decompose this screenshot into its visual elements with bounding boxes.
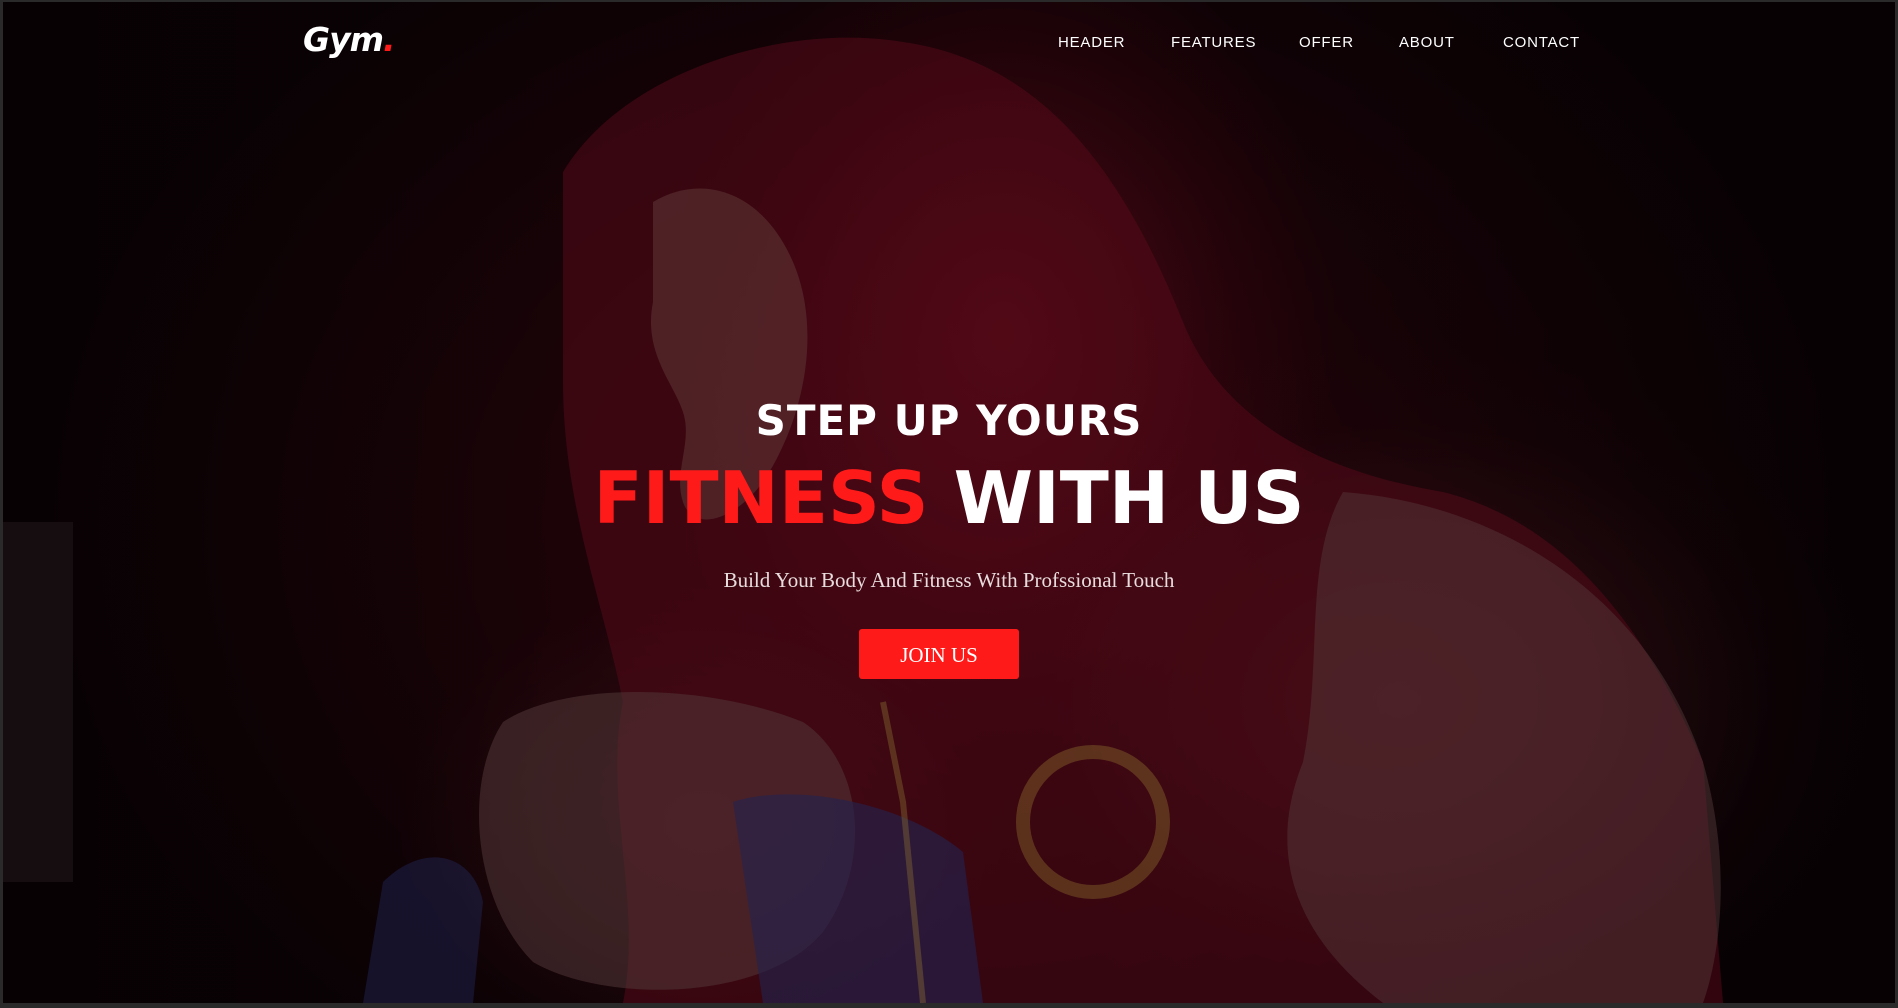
nav-offer[interactable]: OFFER [1299,34,1399,51]
nav-contact[interactable]: CONTACT [1503,34,1580,51]
hero-content: STEP UP YOURS FITNESS WITH US Build Your… [3,394,1895,679]
hero-tagline: Build Your Body And Fitness With Profssi… [723,568,1175,592]
nav-about[interactable]: ABOUT [1399,34,1503,51]
nav-features[interactable]: FEATURES [1171,34,1299,51]
hero-subheading: STEP UP YOURS [755,396,1143,445]
nav-header[interactable]: HEADER [1058,34,1171,51]
hero-heading: FITNESS WITH US [3,456,1895,540]
logo[interactable]: Gym. [303,20,395,59]
join-us-button[interactable]: JOIN US [859,629,1019,679]
logo-text: Gym [303,20,384,59]
logo-dot: . [382,20,396,59]
hero-heading-accent: FITNESS [593,456,929,540]
main-nav: HEADER FEATURES OFFER ABOUT CONTACT [1058,34,1580,51]
hero-heading-rest: WITH US [953,456,1305,540]
page-frame: Gym. HEADER FEATURES OFFER ABOUT CONTACT… [3,2,1895,1003]
